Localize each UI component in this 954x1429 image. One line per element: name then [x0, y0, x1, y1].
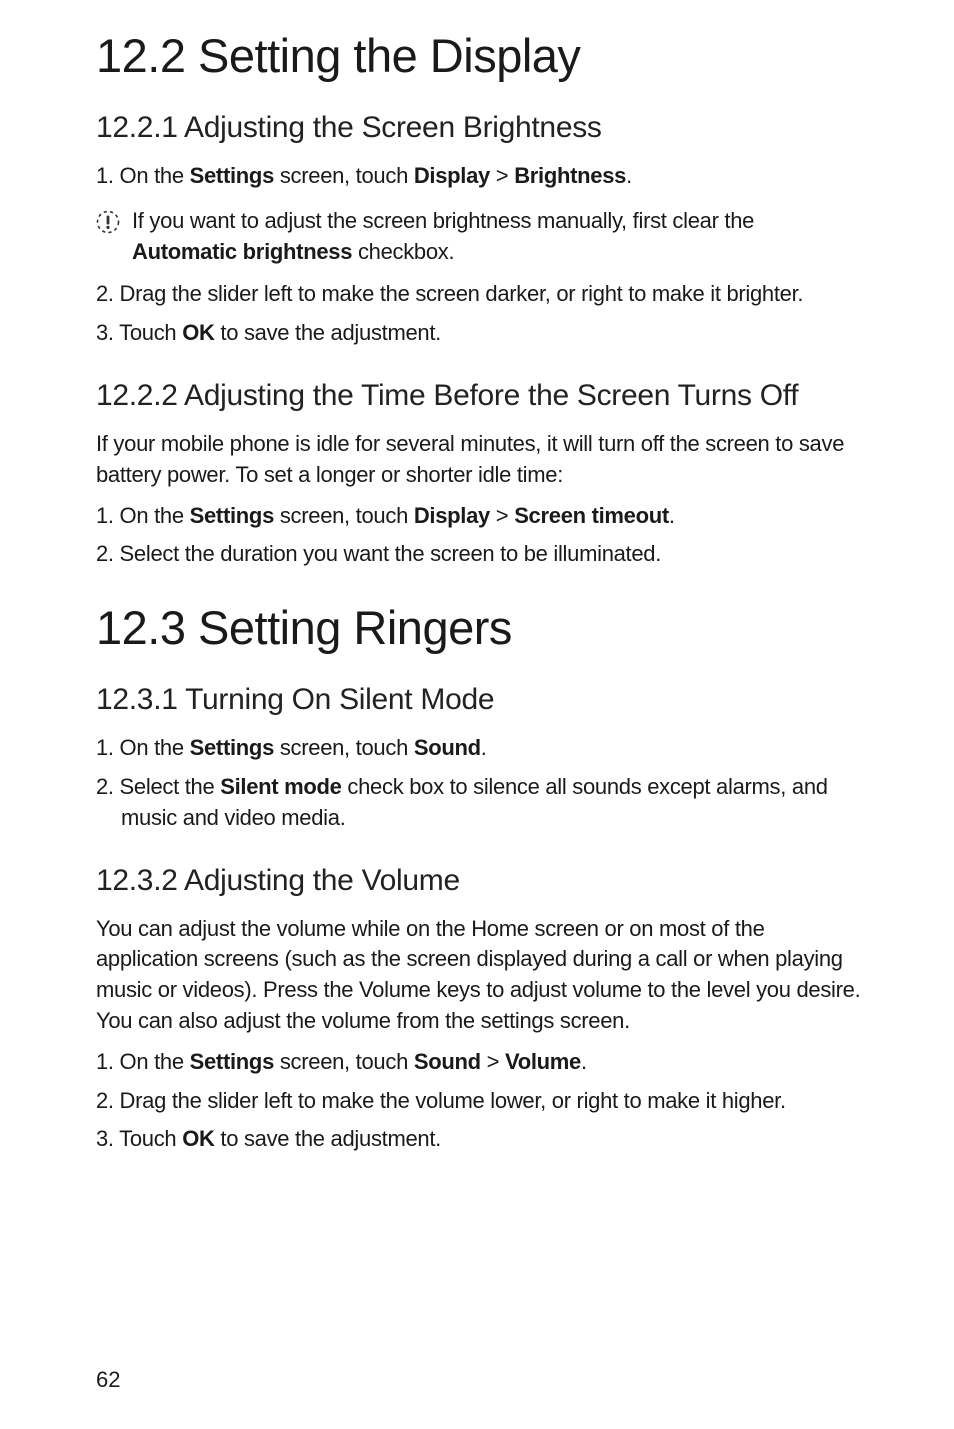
bold-ok: OK [182, 320, 214, 345]
bold-ok: OK [182, 1126, 214, 1151]
bold-display: Display [414, 503, 490, 528]
text: screen, touch [274, 503, 414, 528]
step-12-3-2-2: 2. Drag the slider left to make the volu… [96, 1086, 862, 1117]
text: > [481, 1049, 505, 1074]
intro-12-2-2: If your mobile phone is idle for several… [96, 429, 862, 491]
heading-12-3: 12.3 Setting Ringers [96, 600, 862, 655]
heading-12-2-1: 12.2.1 Adjusting the Screen Brightness [96, 111, 862, 145]
heading-12-2: 12.2 Setting the Display [96, 28, 862, 83]
note-12-2-1: If you want to adjust the screen brightn… [96, 206, 862, 268]
text: . [626, 163, 632, 188]
note-text: If you want to adjust the screen brightn… [132, 206, 862, 268]
step-12-2-1-2: 2. Drag the slider left to make the scre… [96, 279, 862, 310]
bold-sound: Sound [414, 735, 481, 760]
heading-12-3-2: 12.3.2 Adjusting the Volume [96, 864, 862, 898]
bold-silent-mode: Silent mode [220, 774, 341, 799]
text: . [669, 503, 675, 528]
text: 3. Touch [96, 320, 182, 345]
bold-settings: Settings [190, 1049, 274, 1074]
bold-settings: Settings [190, 503, 274, 528]
step-12-3-1-2: 2. Select the Silent mode check box to s… [96, 772, 862, 834]
bold-sound: Sound [414, 1049, 481, 1074]
step-12-3-1-1: 1. On the Settings screen, touch Sound. [96, 733, 862, 764]
step-12-2-2-2: 2. Select the duration you want the scre… [96, 539, 862, 570]
bold-settings: Settings [190, 163, 274, 188]
text: screen, touch [274, 735, 414, 760]
text: 1. On the [96, 1049, 190, 1074]
step-12-2-1-1: 1. On the Settings screen, touch Display… [96, 161, 862, 192]
bold-screen-timeout: Screen timeout [514, 503, 669, 528]
text: 1. On the [96, 163, 190, 188]
text: 2. Select the [96, 774, 220, 799]
caution-icon [96, 210, 120, 234]
page-number: 62 [96, 1367, 120, 1393]
heading-12-3-1: 12.3.1 Turning On Silent Mode [96, 683, 862, 717]
text: > [490, 163, 514, 188]
text: 3. Touch [96, 1126, 182, 1151]
text: . [581, 1049, 587, 1074]
text: screen, touch [274, 163, 414, 188]
step-12-2-2-1: 1. On the Settings screen, touch Display… [96, 501, 862, 532]
text: If you want to adjust the screen brightn… [132, 208, 754, 233]
text: 1. On the [96, 735, 190, 760]
page: 12.2 Setting the Display 12.2.1 Adjustin… [0, 0, 954, 1429]
step-12-3-2-1: 1. On the Settings screen, touch Sound >… [96, 1047, 862, 1078]
bold-auto-brightness: Automatic brightness [132, 239, 352, 264]
text: screen, touch [274, 1049, 414, 1074]
heading-12-2-2: 12.2.2 Adjusting the Time Before the Scr… [96, 379, 862, 413]
bold-settings: Settings [190, 735, 274, 760]
bold-brightness: Brightness [514, 163, 626, 188]
bold-volume: Volume [505, 1049, 581, 1074]
text: to save the adjustment. [215, 1126, 441, 1151]
text: checkbox. [352, 239, 454, 264]
intro-12-3-2: You can adjust the volume while on the H… [96, 914, 862, 1037]
step-12-2-1-3: 3. Touch OK to save the adjustment. [96, 318, 862, 349]
text: . [481, 735, 487, 760]
text: > [490, 503, 514, 528]
step-12-3-2-3: 3. Touch OK to save the adjustment. [96, 1124, 862, 1155]
text: 1. On the [96, 503, 190, 528]
text: to save the adjustment. [215, 320, 441, 345]
bold-display: Display [414, 163, 490, 188]
